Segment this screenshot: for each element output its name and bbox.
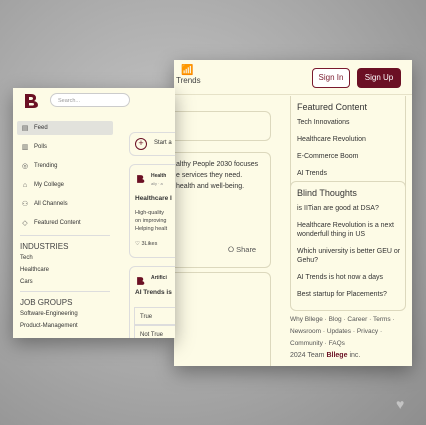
heart-watermark-icon: ♥	[396, 396, 405, 412]
featured-item[interactable]: E-Commerce Boom	[297, 152, 405, 161]
footer-links-line[interactable]: Community · FAQs	[290, 338, 408, 350]
post-body: High-quality on improving Helping healt	[135, 209, 167, 233]
blind-thoughts-title: Blind Thoughts	[297, 188, 357, 198]
post-body-line: on improving	[135, 218, 167, 224]
sidebar-item-label: Trending	[34, 163, 58, 169]
share-icon: ⭘	[228, 245, 234, 254]
sidebar-item-label: Polls	[34, 144, 48, 150]
plus-icon: +	[135, 138, 147, 150]
footer-links-line[interactable]: Newsroom · Updates · Privacy ·	[290, 326, 408, 338]
job-groups-heading: JOB GROUPS	[20, 298, 73, 307]
job-group-item[interactable]: Software-Engineering	[20, 311, 113, 317]
footer-links-line[interactable]: Why Bllege · Blog · Career · Terms ·	[290, 314, 408, 326]
industries-heading: INDUSTRIES	[20, 242, 69, 251]
post-text-line: althy People 2030 focuses	[176, 161, 259, 168]
sidebar-item-label: Feed	[34, 125, 48, 131]
left-app-window: Search... ▤ Feed ▥ Polls ◎ Trending ⌂ My…	[13, 88, 175, 338]
post-text-line: health and well-being.	[176, 183, 245, 190]
sidebar: ▤ Feed ▥ Polls ◎ Trending ⌂ My College ⚇…	[17, 121, 113, 335]
right-app-window: 📶 Trends Sign In Sign Up althy People 20…	[174, 60, 412, 366]
like-button[interactable]: ♡ 3Likes	[135, 241, 157, 247]
heart-icon: ♡	[135, 241, 140, 247]
copyright: 2024 Team Bllege inc.	[290, 352, 360, 359]
brand-name: Bllege	[326, 352, 348, 359]
author-avatar[interactable]	[136, 276, 146, 286]
chart-icon: 📶	[181, 65, 194, 76]
blind-thought-item[interactable]: Best startup for Placements?	[297, 290, 405, 299]
polls-icon: ▥	[21, 144, 29, 151]
featured-icon: ◇	[22, 220, 28, 227]
post-title[interactable]: Healthcare I	[135, 195, 172, 202]
divider	[20, 235, 110, 236]
industry-item[interactable]: Cars	[20, 279, 113, 285]
featured-item[interactable]: Tech Innovations	[297, 118, 405, 127]
poll-option[interactable]: True	[134, 307, 175, 325]
industry-item[interactable]: Tech	[20, 255, 113, 261]
likes-count: 3Likes	[141, 241, 158, 247]
copyright-suffix: inc.	[349, 352, 361, 359]
blind-thought-item[interactable]: is IITian are good at DSA?	[297, 204, 405, 213]
blind-thought-item[interactable]: Healthcare Revolution is a next wonderfu…	[297, 221, 405, 239]
post-body-line: Helping healt	[135, 226, 168, 232]
composer-card-fragment[interactable]	[174, 111, 271, 141]
sign-up-button[interactable]: Sign Up	[357, 68, 401, 88]
sidebar-item-label: My College	[34, 182, 65, 188]
sign-in-button[interactable]: Sign In	[312, 68, 350, 88]
featured-item[interactable]: AI Trends	[297, 169, 405, 178]
poll-option[interactable]: Not True	[134, 325, 175, 338]
post-text-line: e services they need.	[176, 172, 243, 179]
composer-label: Start a	[154, 140, 172, 146]
start-post-composer[interactable]: + Start a	[129, 132, 175, 156]
nav-trends-label: Trends	[176, 76, 201, 85]
featured-content-title: Featured Content	[297, 102, 368, 112]
post-meta: ally · a	[151, 181, 163, 186]
sidebar-item-polls[interactable]: ▥ Polls	[17, 140, 113, 154]
college-icon: ⌂	[22, 181, 28, 189]
footer-links[interactable]: Why Bllege · Blog · Career · Terms · New…	[290, 314, 408, 350]
featured-item[interactable]: Healthcare Revolution	[297, 135, 405, 144]
sidebar-item-all-channels[interactable]: ⚇ All Channels	[17, 197, 113, 211]
blind-thoughts-card: Blind Thoughts is IITian are good at DSA…	[290, 181, 406, 311]
share-label: Share	[236, 245, 257, 254]
sidebar-item-my-college[interactable]: ⌂ My College	[17, 178, 113, 192]
share-button[interactable]: ⭘ Share	[228, 245, 256, 255]
blind-thought-item[interactable]: Which university is better GEU or Gehu?	[297, 247, 405, 265]
job-group-item[interactable]: Product-Management	[20, 323, 113, 329]
divider	[20, 291, 110, 292]
author-avatar[interactable]	[136, 174, 146, 184]
post-author[interactable]: Health	[151, 173, 166, 179]
post-card-fragment-2	[174, 272, 271, 366]
industry-item[interactable]: Healthcare	[20, 267, 113, 273]
copyright-prefix: 2024 Team	[290, 352, 325, 359]
sidebar-item-featured-content[interactable]: ◇ Featured Content	[17, 216, 113, 230]
sidebar-item-label: All Channels	[34, 201, 68, 207]
poll-card: Artifici AI Trends is True Not True	[129, 266, 175, 338]
feed-icon: ▤	[21, 125, 29, 132]
post-card: Health ally · a Healthcare I High-qualit…	[129, 164, 175, 258]
poll-title[interactable]: AI Trends is	[135, 289, 172, 296]
post-body-line: High-quality	[135, 210, 165, 216]
blind-thought-item[interactable]: AI Trends is hot now a days	[297, 273, 405, 282]
top-bar: 📶 Trends Sign In Sign Up	[174, 60, 412, 95]
trending-icon: ◎	[21, 163, 29, 170]
sidebar-item-trending[interactable]: ◎ Trending	[17, 159, 113, 173]
logo-icon[interactable]	[23, 93, 41, 109]
channels-icon: ⚇	[21, 201, 29, 208]
sidebar-item-label: Featured Content	[34, 220, 81, 226]
search-input[interactable]: Search...	[50, 93, 130, 107]
post-card-fragment: althy People 2030 focuses e services the…	[174, 152, 271, 268]
sidebar-item-feed[interactable]: ▤ Feed	[17, 121, 113, 135]
nav-trends[interactable]: 📶 Trends	[176, 65, 201, 86]
post-author[interactable]: Artifici	[151, 275, 167, 281]
